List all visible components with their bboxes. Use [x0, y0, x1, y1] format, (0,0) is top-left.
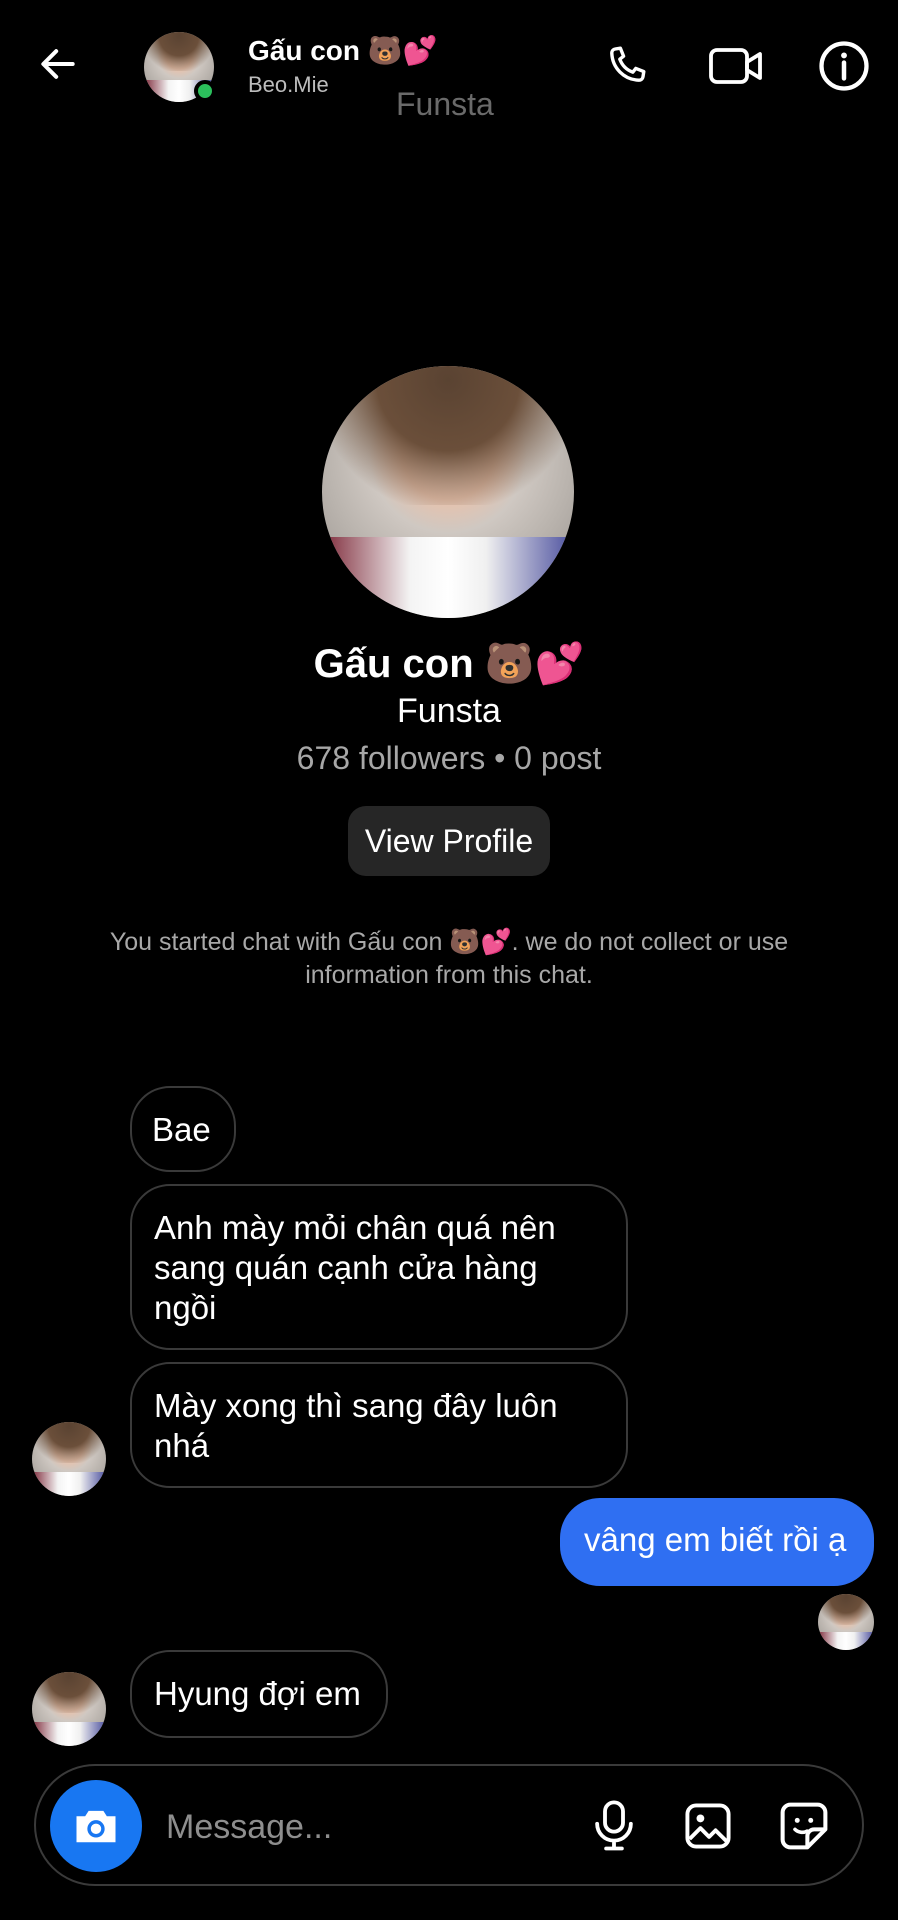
chat-screen: Gấu con 🐻💕 Beo.Mie Funsta Gấu con 🐻💕 Fun…: [0, 0, 898, 1920]
sticker-button[interactable]: [770, 1792, 838, 1860]
phone-icon: [610, 46, 646, 82]
video-camera-icon: [709, 48, 762, 84]
online-status-dot: [194, 80, 216, 102]
profile-avatar[interactable]: [322, 366, 574, 618]
seen-receipt-avatar: [818, 1594, 874, 1650]
conversation-info-button[interactable]: [814, 36, 874, 96]
view-profile-button[interactable]: View Profile: [348, 806, 550, 876]
gallery-icon: [685, 1803, 731, 1849]
message-bubble-received[interactable]: Bae: [130, 1086, 236, 1172]
gallery-button[interactable]: [674, 1792, 742, 1860]
sender-avatar[interactable]: [32, 1672, 106, 1746]
sender-avatar[interactable]: [32, 1422, 106, 1496]
sticker-icon: [780, 1802, 828, 1850]
message-bubble-sent[interactable]: vâng em biết rồi ạ: [560, 1498, 874, 1586]
chat-notice: You started chat with Gấu con 🐻💕. we do …: [109, 928, 789, 989]
message-bubble-received[interactable]: Mày xong thì sang đây luôn nhá: [130, 1362, 628, 1488]
header-username: Beo.Mie: [248, 72, 329, 97]
profile-stats: 678 followers • 0 post: [296, 740, 602, 776]
profile-subtitle: Funsta: [397, 692, 501, 730]
message-bubble-received[interactable]: Hyung đợi em: [130, 1650, 388, 1738]
back-button[interactable]: [30, 36, 86, 92]
camera-icon: [76, 1810, 116, 1843]
info-icon: [819, 41, 869, 91]
camera-button[interactable]: [50, 1780, 142, 1872]
microphone-icon: [595, 1800, 633, 1851]
message-input[interactable]: [164, 1796, 568, 1858]
video-call-button[interactable]: [706, 36, 766, 96]
back-arrow-icon: [41, 49, 75, 79]
chat-header: Gấu con 🐻💕 Beo.Mie Funsta: [0, 0, 898, 130]
profile-name: Gấu con 🐻💕: [313, 642, 585, 686]
voice-message-button[interactable]: [580, 1792, 648, 1860]
message-composer: [34, 1764, 864, 1886]
header-avatar[interactable]: [144, 32, 216, 102]
voice-call-button[interactable]: [596, 36, 656, 96]
message-bubble-received[interactable]: Anh mày mỏi chân quá nên sang quán cạnh …: [130, 1184, 628, 1350]
header-title[interactable]: Gấu con 🐻💕: [248, 34, 438, 67]
header-faint-label: Funsta: [396, 86, 494, 122]
